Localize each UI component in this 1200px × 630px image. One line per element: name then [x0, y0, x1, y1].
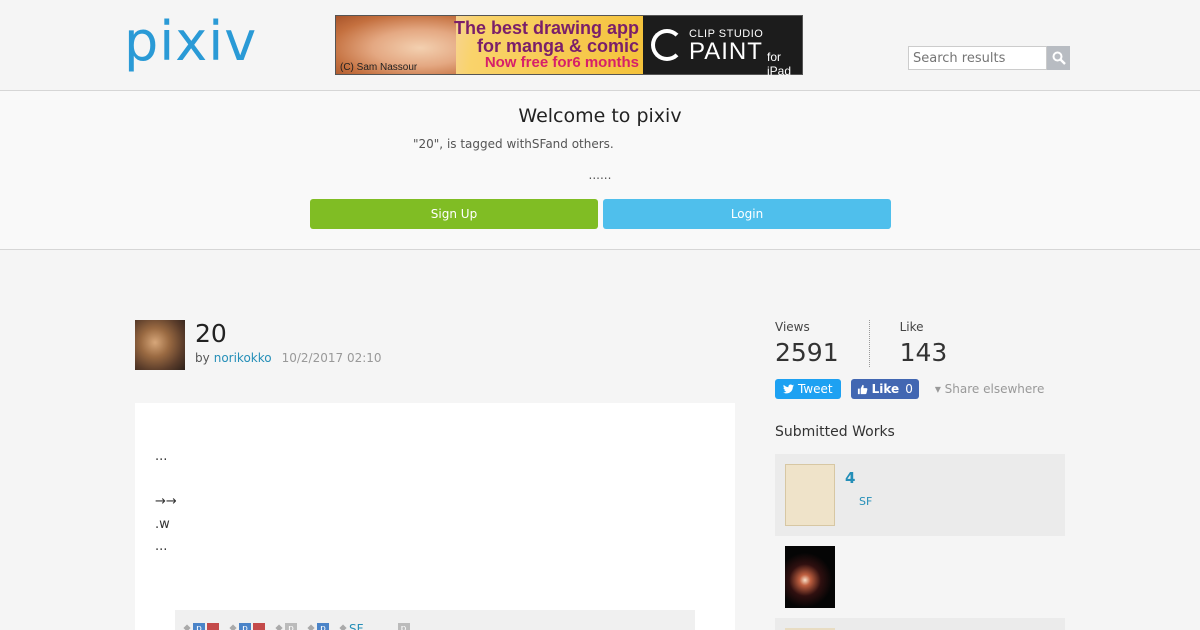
work-tag[interactable]: SF — [859, 495, 872, 508]
work-title: 20 — [195, 319, 227, 348]
pixiv-encyclopedia-icon — [253, 623, 265, 630]
by-label: by — [195, 351, 210, 365]
twitter-bird-icon — [783, 384, 794, 394]
tweet-button[interactable]: Tweet — [775, 379, 841, 399]
sign-up-button[interactable]: Sign Up — [310, 199, 598, 229]
author-avatar[interactable] — [135, 320, 185, 370]
work-caption-panel: ... →→ .w ... ⯁ p ⯁ p ⯁ p ⯁ p ⯁ SF p — [135, 403, 735, 630]
work-thumbnail[interactable] — [785, 464, 835, 526]
site-header: pixiv The best drawing app for manga & c… — [0, 0, 1200, 91]
submitted-work-item[interactable]: 4 SF — [775, 454, 1065, 536]
tag-item[interactable]: ⯁ p — [307, 618, 329, 630]
caption-line: .w — [155, 516, 170, 532]
views-label: Views — [775, 320, 810, 334]
login-button[interactable]: Login — [603, 199, 891, 229]
work-date: 10/2/2017 02:10 — [281, 351, 382, 365]
pixiv-dictionary-icon: p — [193, 623, 205, 630]
work-meta: by norikokko 10/2/2017 02:10 — [195, 351, 382, 365]
like-stat: Like 143 — [868, 320, 978, 367]
ad-credit: (C) Sam Nassour — [340, 62, 418, 73]
ad-brand: CLIP STUDIO PAINT for iPad — [643, 16, 802, 78]
like-label: Like — [899, 320, 924, 334]
ad-brand-big: PAINT — [689, 38, 763, 65]
search-box — [908, 46, 1070, 70]
caption-line: →→ — [155, 494, 177, 509]
caption-line: ... — [155, 539, 168, 554]
welcome-panel: Welcome to pixiv "20", is tagged withSFa… — [0, 91, 1200, 250]
tag-icon: ⯁ — [229, 623, 237, 630]
caption-line: ... — [155, 449, 168, 464]
tag-icon: ⯁ — [275, 623, 283, 630]
pixiv-dictionary-icon: p — [397, 623, 410, 630]
search-icon — [1052, 51, 1066, 65]
share-bar: Tweet Like 0 ▾ Share elsewhere — [775, 379, 1044, 399]
pixiv-encyclopedia-icon — [207, 623, 219, 630]
ad-brand-for: for iPad — [767, 50, 792, 78]
ad-headline-3: Now free for6 months — [484, 54, 639, 71]
welcome-description: "20", is tagged withSFand others. — [413, 137, 614, 151]
welcome-title: Welcome to pixiv — [518, 105, 682, 127]
tag-icon: ⯁ — [339, 623, 347, 630]
pixiv-logo[interactable]: pixiv — [124, 12, 257, 72]
submitted-work-item[interactable] — [775, 618, 1065, 630]
welcome-dots: ...... — [588, 168, 612, 182]
tag-list: ⯁ p ⯁ p ⯁ p ⯁ p ⯁ SF p — [175, 610, 695, 630]
author-link[interactable]: norikokko — [214, 351, 272, 365]
like-value: 143 — [899, 338, 948, 367]
work-caption: ... →→ .w ... — [155, 446, 177, 559]
pixiv-dictionary-icon: p — [317, 623, 329, 630]
tag-icon: ⯁ — [183, 623, 191, 630]
tag-item[interactable]: ⯁ SF — [339, 618, 364, 630]
share-elsewhere-link[interactable]: ▾ Share elsewhere — [935, 382, 1045, 396]
caption-line — [155, 469, 177, 492]
pixiv-dictionary-icon: p — [239, 623, 251, 630]
tag-label[interactable]: SF — [349, 622, 364, 630]
work-stats: Views 2591 Like 143 — [775, 320, 977, 367]
work-thumbnail[interactable] — [785, 546, 835, 608]
search-input[interactable] — [908, 46, 1047, 70]
advertisement-banner[interactable]: The best drawing app for manga & comic N… — [335, 15, 803, 78]
work-page-count: 4 — [845, 469, 856, 487]
views-stat: Views 2591 — [775, 320, 869, 367]
tag-icon: ⯁ — [307, 623, 315, 630]
tweet-label: Tweet — [798, 382, 833, 396]
views-value: 2591 — [775, 338, 839, 367]
like-button-count: 0 — [905, 382, 913, 396]
like-button-label: Like — [871, 382, 900, 396]
tag-item[interactable]: ⯁ p — [229, 618, 265, 630]
clip-studio-logo-icon — [651, 29, 683, 61]
facebook-like-button[interactable]: Like 0 — [850, 379, 919, 399]
tag-item[interactable]: ⯁ p — [275, 618, 297, 630]
submitted-work-item[interactable] — [775, 536, 1065, 618]
thumbs-up-icon — [857, 384, 868, 394]
pixiv-dictionary-icon: p — [285, 623, 297, 630]
search-button[interactable] — [1047, 46, 1070, 70]
tag-item[interactable]: p — [397, 618, 410, 630]
tag-item[interactable]: ⯁ p — [183, 618, 219, 630]
submitted-works-title: Submitted Works — [775, 424, 895, 440]
ad-artwork: The best drawing app for manga & comic N… — [336, 16, 643, 74]
